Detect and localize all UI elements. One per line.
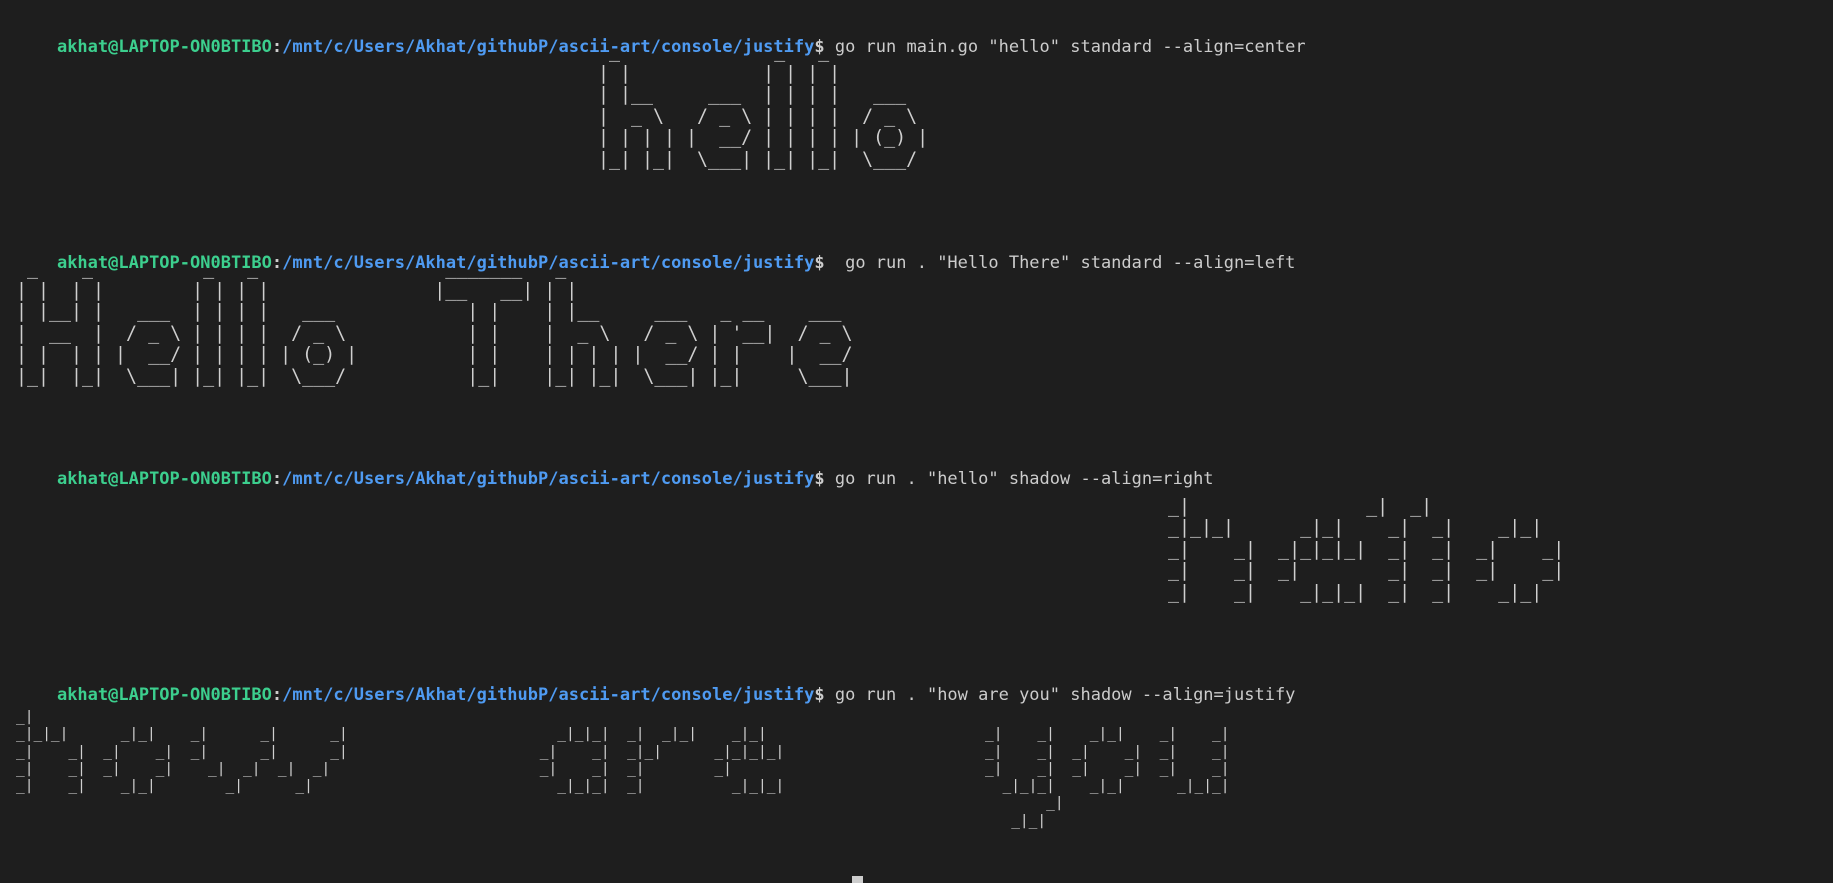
prompt-colon: : [271, 37, 283, 57]
command-text: go run . "how are you" shadow --align=ju… [824, 685, 1296, 705]
prompt-path: /mnt/c/Users/Akhat/githubP/ascii-art/con… [282, 685, 815, 705]
prompt-line-3: akhat@LAPTOP-ON0BTIBO:/mnt/c/Users/Akhat… [16, 446, 1214, 512]
ascii-art-output-right: _| _| _| _|_|_| _|_| _| _| _|_| _| _| _|… [1168, 495, 1565, 603]
prompt-user-host: akhat@LAPTOP-ON0BTIBO [56, 37, 272, 57]
prompt-path: /mnt/c/Users/Akhat/githubP/ascii-art/con… [282, 469, 815, 489]
ascii-art-output-left: _ _ _ _ _______ _ | | | | | | | | |__ __… [16, 258, 853, 387]
terminal-cursor [852, 876, 863, 883]
command-text: go run . "hello" shadow --align=right [824, 469, 1214, 489]
prompt-colon: : [271, 685, 283, 705]
prompt-dollar: $ [814, 469, 825, 489]
prompt-user-host: akhat@LAPTOP-ON0BTIBO [56, 685, 272, 705]
prompt-dollar: $ [814, 685, 825, 705]
terminal-window[interactable]: akhat@LAPTOP-ON0BTIBO:/mnt/c/Users/Akhat… [0, 0, 1833, 883]
prompt-user-host: akhat@LAPTOP-ON0BTIBO [56, 469, 272, 489]
ascii-art-output-center: _ _ _ | | | | | | | |__ ___ | | | | ___ … [598, 41, 929, 170]
prompt-colon: : [271, 469, 283, 489]
ascii-art-output-justify: _| _|_|_| _|_| _| _| _| _|_|_| _| _|_| _… [16, 709, 1230, 829]
